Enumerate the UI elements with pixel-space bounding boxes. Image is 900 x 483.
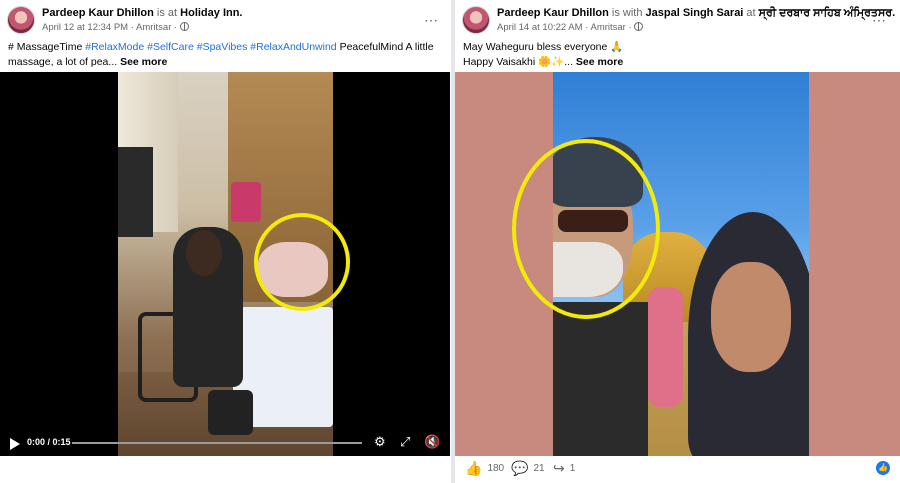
- reaction-badge-icon[interactable]: 👍: [876, 461, 890, 475]
- at-text: at: [743, 7, 759, 19]
- bag: [231, 182, 261, 222]
- post-meta: April 14 at 10:22 AM · Amritsar ·: [497, 22, 644, 33]
- connector-text: is at: [153, 7, 181, 19]
- author-line: Pardeep Kaur Dhillon is at Holiday Inn.: [42, 7, 243, 19]
- post-meta: April 12 at 12:34 PM · Amritsar ·: [42, 22, 189, 33]
- post-caption: May Waheguru bless everyone 🙏 Happy Vais…: [463, 40, 888, 70]
- author-name[interactable]: Pardeep Kaur Dhillon: [42, 7, 154, 19]
- man-body: [553, 302, 648, 456]
- play-icon[interactable]: [10, 438, 20, 450]
- hashtag-selfcare[interactable]: #SelfCare: [147, 41, 194, 53]
- comment-button[interactable]: 💬 21: [511, 461, 545, 475]
- share-count: 1: [569, 462, 576, 474]
- hashtag-relaxandunwind[interactable]: #RelaxAndUnwind: [250, 41, 336, 53]
- mute-icon[interactable]: 🔇: [424, 435, 440, 448]
- post-location: Amritsar: [590, 22, 626, 33]
- kettle: [208, 390, 253, 435]
- hashtag-relaxmode[interactable]: #RelaxMode: [85, 41, 144, 53]
- see-more-link[interactable]: See more: [576, 56, 623, 68]
- reactions-bar: 👍 180 💬 21 ↪ 1 👍: [465, 461, 890, 479]
- caption-line-2-text: Happy Vaisakhi 🌼✨...: [463, 56, 573, 68]
- connector-text: is with: [608, 7, 646, 19]
- caption-line-1: May Waheguru bless everyone 🙏: [463, 41, 624, 53]
- highlight-circle-left: [254, 213, 350, 311]
- video-progress-bar[interactable]: [72, 442, 362, 444]
- more-options-icon[interactable]: ⋯: [872, 12, 886, 29]
- post-date[interactable]: April 14 at 10:22 AM: [497, 22, 583, 33]
- background-person: [648, 287, 683, 407]
- post-location: Amritsar: [136, 22, 172, 33]
- woman-face: [711, 262, 791, 372]
- globe-icon: [179, 22, 189, 31]
- post-date[interactable]: April 12 at 12:34 PM: [42, 22, 128, 33]
- share-button[interactable]: ↪ 1: [553, 461, 575, 475]
- globe-icon: [634, 22, 644, 31]
- comment-count: 21: [533, 462, 545, 474]
- like-button[interactable]: 👍 180: [465, 461, 504, 475]
- post-header: Pardeep Kaur Dhillon is with Jaspal Sing…: [462, 6, 895, 36]
- place-link[interactable]: Holiday Inn.: [180, 7, 242, 19]
- author-line: Pardeep Kaur Dhillon is with Jaspal Sing…: [497, 7, 895, 20]
- share-icon: ↪: [553, 460, 565, 476]
- masseuse-head: [186, 230, 222, 276]
- comment-icon: 💬: [511, 460, 529, 476]
- video-controls: 0:00 / 0:15 ⚙ ⤢ 🔇: [0, 430, 450, 456]
- fullscreen-icon[interactable]: ⤢: [400, 435, 410, 448]
- caption-lead: # MassageTime: [8, 41, 86, 53]
- left-post-footer: [0, 456, 450, 483]
- video-player[interactable]: 0:00 / 0:15 ⚙ ⤢ 🔇: [0, 72, 450, 456]
- like-icon: 👍: [465, 460, 483, 476]
- tv-screen: [118, 147, 153, 237]
- avatar[interactable]: [7, 6, 35, 34]
- avatar[interactable]: [462, 6, 490, 34]
- hashtag-spavibes[interactable]: #SpaVibes: [197, 41, 248, 53]
- tagged-person-link[interactable]: Jaspal Singh Sarai: [646, 7, 744, 19]
- highlight-circle-right: [512, 139, 660, 319]
- left-post: Pardeep Kaur Dhillon is at Holiday Inn. …: [0, 0, 452, 483]
- more-options-icon[interactable]: ⋯: [424, 12, 438, 29]
- author-name[interactable]: Pardeep Kaur Dhillon: [497, 7, 609, 19]
- like-count: 180: [487, 462, 505, 474]
- settings-gear-icon[interactable]: ⚙: [374, 435, 386, 448]
- video-time: 0:00 / 0:15: [27, 437, 71, 447]
- post-header: Pardeep Kaur Dhillon is at Holiday Inn. …: [7, 6, 442, 36]
- see-more-link[interactable]: See more: [120, 56, 167, 68]
- caption-line-2: Happy Vaisakhi 🌼✨... See more: [463, 55, 888, 70]
- post-caption: # MassageTime #RelaxMode #SelfCare #SpaV…: [8, 40, 440, 70]
